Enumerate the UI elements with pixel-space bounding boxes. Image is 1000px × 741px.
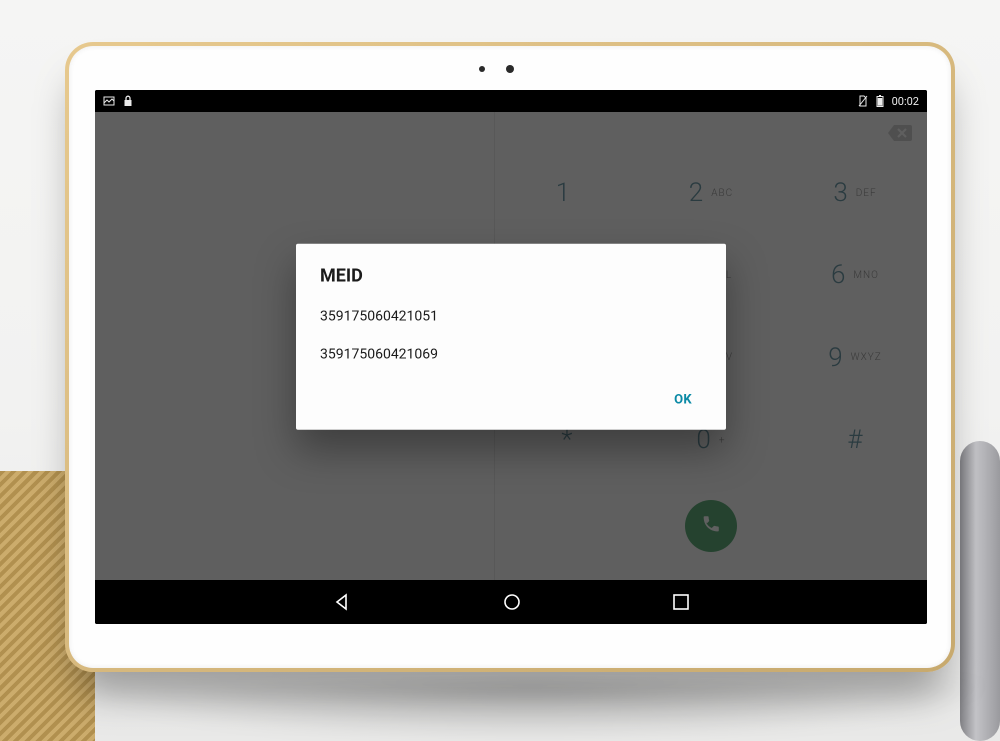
back-icon[interactable] xyxy=(332,592,352,612)
dialog-title: MEID xyxy=(320,266,702,287)
app-surface: 1 2ABC 3DEF 4GHI 5JKL 6MNO 7PQRS 8TUV xyxy=(95,112,927,580)
front-camera xyxy=(506,65,514,73)
home-icon[interactable] xyxy=(502,592,522,612)
recents-icon[interactable] xyxy=(672,593,690,611)
no-sim-icon xyxy=(858,95,868,107)
meid-value-2: 359175060421069 xyxy=(320,347,702,363)
battery-icon xyxy=(876,95,884,107)
navigation-bar xyxy=(95,580,927,624)
screenshot-icon xyxy=(103,95,115,107)
tablet-bezel: 00:02 1 2ABC 3DEF xyxy=(69,46,951,668)
status-bar: 00:02 xyxy=(95,90,927,112)
meid-value-1: 359175060421051 xyxy=(320,309,702,325)
lock-icon xyxy=(123,95,133,107)
screen: 00:02 1 2ABC 3DEF xyxy=(95,90,927,624)
meid-dialog: MEID 359175060421051 359175060421069 OK xyxy=(296,244,726,430)
status-time: 00:02 xyxy=(892,95,919,108)
tablet-shadow xyxy=(60,681,1000,741)
tablet-device: 00:02 1 2ABC 3DEF xyxy=(65,42,955,672)
ok-button[interactable]: OK xyxy=(664,385,702,416)
